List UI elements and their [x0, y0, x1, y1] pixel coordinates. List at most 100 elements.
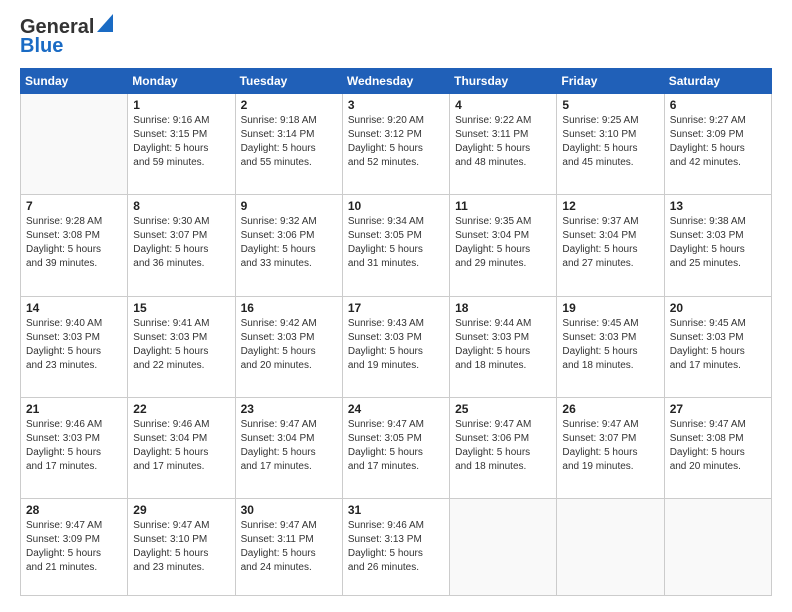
calendar-cell: 3Sunrise: 9:20 AM Sunset: 3:12 PM Daylig…	[342, 94, 449, 195]
day-number: 15	[133, 301, 229, 315]
calendar-cell: 12 Sunrise: 9:37 AM Sunset: 3:04 PM Dayli…	[557, 195, 664, 296]
day-number: 28	[26, 503, 122, 517]
calendar-cell: 30 Sunrise: 9:47 AM Sunset: 3:11 PM Dayli…	[235, 499, 342, 596]
calendar-cell: 16 Sunrise: 9:42 AM Sunset: 3:03 PM Dayli…	[235, 296, 342, 397]
calendar-cell: 25 Sunrise: 9:47 AM Sunset: 3:06 PM Dayli…	[450, 398, 557, 499]
calendar-cell: 27Sunrise: 9:47 AM Sunset: 3:08 PM Dayli…	[664, 398, 771, 499]
day-info: Sunrise: 9:47 AM Sunset: 3:05 PM Dayligh…	[348, 418, 444, 474]
day-number: 20	[670, 301, 766, 315]
calendar-cell: 1 Sunrise: 9:16 AM Sunset: 3:15 PM Daylig…	[128, 94, 235, 195]
logo: General Blue	[20, 16, 113, 58]
calendar-cell: 29 Sunrise: 9:47 AM Sunset: 3:10 PM Dayli…	[128, 499, 235, 596]
day-number: 30	[241, 503, 337, 517]
day-number: 13	[670, 199, 766, 213]
calendar-cell	[664, 499, 771, 596]
weekday-header-wednesday: Wednesday	[342, 69, 449, 94]
weekday-header-row: SundayMondayTuesdayWednesdayThursdayFrid…	[21, 69, 772, 94]
calendar-week-row: 7Sunrise: 9:28 AM Sunset: 3:08 PM Daylig…	[21, 195, 772, 296]
day-info: Sunrise: 9:43 AM Sunset: 3:03 PM Dayligh…	[348, 317, 444, 373]
day-info: Sunrise: 9:27 AM Sunset: 3:09 PM Dayligh…	[670, 114, 766, 170]
day-number: 1	[133, 98, 229, 112]
header: General Blue	[20, 16, 772, 58]
calendar-cell: 18 Sunrise: 9:44 AM Sunset: 3:03 PM Dayli…	[450, 296, 557, 397]
page: General Blue SundayMondayTuesdayWednesda…	[0, 0, 792, 612]
calendar-cell: 11Sunrise: 9:35 AM Sunset: 3:04 PM Dayli…	[450, 195, 557, 296]
day-info: Sunrise: 9:47 AM Sunset: 3:09 PM Dayligh…	[26, 519, 122, 575]
calendar-cell: 2 Sunrise: 9:18 AM Sunset: 3:14 PM Daylig…	[235, 94, 342, 195]
day-info: Sunrise: 9:47 AM Sunset: 3:11 PM Dayligh…	[241, 519, 337, 575]
weekday-header-saturday: Saturday	[664, 69, 771, 94]
day-info: Sunrise: 9:32 AM Sunset: 3:06 PM Dayligh…	[241, 215, 337, 271]
logo-blue: Blue	[20, 35, 63, 58]
day-number: 5	[562, 98, 658, 112]
calendar-week-row: 1 Sunrise: 9:16 AM Sunset: 3:15 PM Daylig…	[21, 94, 772, 195]
day-info: Sunrise: 9:47 AM Sunset: 3:06 PM Dayligh…	[455, 418, 551, 474]
day-info: Sunrise: 9:46 AM Sunset: 3:04 PM Dayligh…	[133, 418, 229, 474]
day-number: 21	[26, 402, 122, 416]
day-number: 16	[241, 301, 337, 315]
day-number: 10	[348, 199, 444, 213]
calendar-table: SundayMondayTuesdayWednesdayThursdayFrid…	[20, 68, 772, 596]
calendar-cell: 8 Sunrise: 9:30 AM Sunset: 3:07 PM Daylig…	[128, 195, 235, 296]
day-number: 29	[133, 503, 229, 517]
day-info: Sunrise: 9:42 AM Sunset: 3:03 PM Dayligh…	[241, 317, 337, 373]
day-number: 2	[241, 98, 337, 112]
calendar-cell: 21 Sunrise: 9:46 AM Sunset: 3:03 PM Dayli…	[21, 398, 128, 499]
day-number: 17	[348, 301, 444, 315]
day-number: 3	[348, 98, 444, 112]
calendar-cell: 13 Sunrise: 9:38 AM Sunset: 3:03 PM Dayli…	[664, 195, 771, 296]
calendar-week-row: 28 Sunrise: 9:47 AM Sunset: 3:09 PM Dayli…	[21, 499, 772, 596]
day-info: Sunrise: 9:47 AM Sunset: 3:10 PM Dayligh…	[133, 519, 229, 575]
calendar-cell	[557, 499, 664, 596]
calendar-cell: 28 Sunrise: 9:47 AM Sunset: 3:09 PM Dayli…	[21, 499, 128, 596]
day-number: 22	[133, 402, 229, 416]
weekday-header-sunday: Sunday	[21, 69, 128, 94]
day-info: Sunrise: 9:38 AM Sunset: 3:03 PM Dayligh…	[670, 215, 766, 271]
calendar-cell: 4 Sunrise: 9:22 AM Sunset: 3:11 PM Daylig…	[450, 94, 557, 195]
calendar-cell: 6Sunrise: 9:27 AM Sunset: 3:09 PM Daylig…	[664, 94, 771, 195]
day-info: Sunrise: 9:44 AM Sunset: 3:03 PM Dayligh…	[455, 317, 551, 373]
calendar-cell: 14Sunrise: 9:40 AM Sunset: 3:03 PM Dayli…	[21, 296, 128, 397]
calendar-cell: 24 Sunrise: 9:47 AM Sunset: 3:05 PM Dayli…	[342, 398, 449, 499]
day-info: Sunrise: 9:47 AM Sunset: 3:07 PM Dayligh…	[562, 418, 658, 474]
day-info: Sunrise: 9:37 AM Sunset: 3:04 PM Dayligh…	[562, 215, 658, 271]
calendar-cell: 9 Sunrise: 9:32 AM Sunset: 3:06 PM Daylig…	[235, 195, 342, 296]
day-number: 24	[348, 402, 444, 416]
day-number: 4	[455, 98, 551, 112]
weekday-header-monday: Monday	[128, 69, 235, 94]
calendar-week-row: 21 Sunrise: 9:46 AM Sunset: 3:03 PM Dayli…	[21, 398, 772, 499]
day-info: Sunrise: 9:47 AM Sunset: 3:04 PM Dayligh…	[241, 418, 337, 474]
day-number: 26	[562, 402, 658, 416]
day-info: Sunrise: 9:30 AM Sunset: 3:07 PM Dayligh…	[133, 215, 229, 271]
calendar-cell	[450, 499, 557, 596]
weekday-header-friday: Friday	[557, 69, 664, 94]
day-info: Sunrise: 9:28 AM Sunset: 3:08 PM Dayligh…	[26, 215, 122, 271]
day-number: 19	[562, 301, 658, 315]
day-info: Sunrise: 9:22 AM Sunset: 3:11 PM Dayligh…	[455, 114, 551, 170]
calendar-cell: 17 Sunrise: 9:43 AM Sunset: 3:03 PM Dayli…	[342, 296, 449, 397]
calendar-cell: 15 Sunrise: 9:41 AM Sunset: 3:03 PM Dayli…	[128, 296, 235, 397]
day-number: 9	[241, 199, 337, 213]
day-info: Sunrise: 9:35 AM Sunset: 3:04 PM Dayligh…	[455, 215, 551, 271]
weekday-header-thursday: Thursday	[450, 69, 557, 94]
calendar-cell: 10Sunrise: 9:34 AM Sunset: 3:05 PM Dayli…	[342, 195, 449, 296]
day-info: Sunrise: 9:46 AM Sunset: 3:03 PM Dayligh…	[26, 418, 122, 474]
day-number: 25	[455, 402, 551, 416]
day-info: Sunrise: 9:46 AM Sunset: 3:13 PM Dayligh…	[348, 519, 444, 575]
day-info: Sunrise: 9:18 AM Sunset: 3:14 PM Dayligh…	[241, 114, 337, 170]
calendar-cell: 20 Sunrise: 9:45 AM Sunset: 3:03 PM Dayli…	[664, 296, 771, 397]
day-info: Sunrise: 9:16 AM Sunset: 3:15 PM Dayligh…	[133, 114, 229, 170]
calendar-cell: 26 Sunrise: 9:47 AM Sunset: 3:07 PM Dayli…	[557, 398, 664, 499]
calendar-cell: 23Sunrise: 9:47 AM Sunset: 3:04 PM Dayli…	[235, 398, 342, 499]
day-number: 31	[348, 503, 444, 517]
day-info: Sunrise: 9:45 AM Sunset: 3:03 PM Dayligh…	[562, 317, 658, 373]
calendar-cell: 22 Sunrise: 9:46 AM Sunset: 3:04 PM Dayli…	[128, 398, 235, 499]
day-info: Sunrise: 9:45 AM Sunset: 3:03 PM Dayligh…	[670, 317, 766, 373]
day-info: Sunrise: 9:41 AM Sunset: 3:03 PM Dayligh…	[133, 317, 229, 373]
day-number: 18	[455, 301, 551, 315]
day-info: Sunrise: 9:25 AM Sunset: 3:10 PM Dayligh…	[562, 114, 658, 170]
day-number: 14	[26, 301, 122, 315]
day-number: 12	[562, 199, 658, 213]
day-number: 8	[133, 199, 229, 213]
calendar-cell: 31 Sunrise: 9:46 AM Sunset: 3:13 PM Dayli…	[342, 499, 449, 596]
